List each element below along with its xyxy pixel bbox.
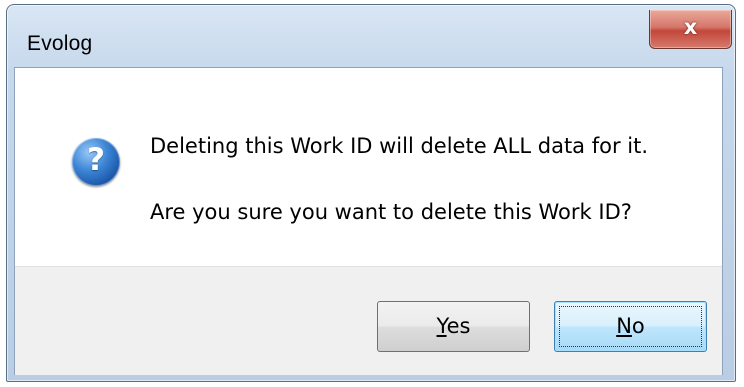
yes-button[interactable]: Yes: [377, 301, 530, 352]
close-icon: x: [683, 15, 698, 39]
yes-mnemonic: Y: [436, 314, 447, 338]
button-bar: Yes No: [15, 266, 722, 375]
question-mark-glyph: ?: [87, 142, 105, 178]
message-line-1: Deleting this Work ID will delete ALL da…: [150, 134, 649, 158]
question-icon: ?: [72, 138, 120, 186]
no-label-rest: o: [631, 314, 645, 338]
yes-label-rest: es: [446, 314, 471, 338]
message-dialog: Evolog x ? Deleting this Work ID will de…: [0, 0, 744, 387]
no-mnemonic: N: [616, 314, 632, 338]
no-button[interactable]: No: [554, 301, 707, 352]
window-title: Evolog: [27, 32, 93, 55]
dialog-content: ? Deleting this Work ID will delete ALL …: [14, 67, 723, 375]
message-line-2: Are you sure you want to delete this Wor…: [150, 200, 632, 224]
close-button[interactable]: x: [649, 10, 732, 49]
